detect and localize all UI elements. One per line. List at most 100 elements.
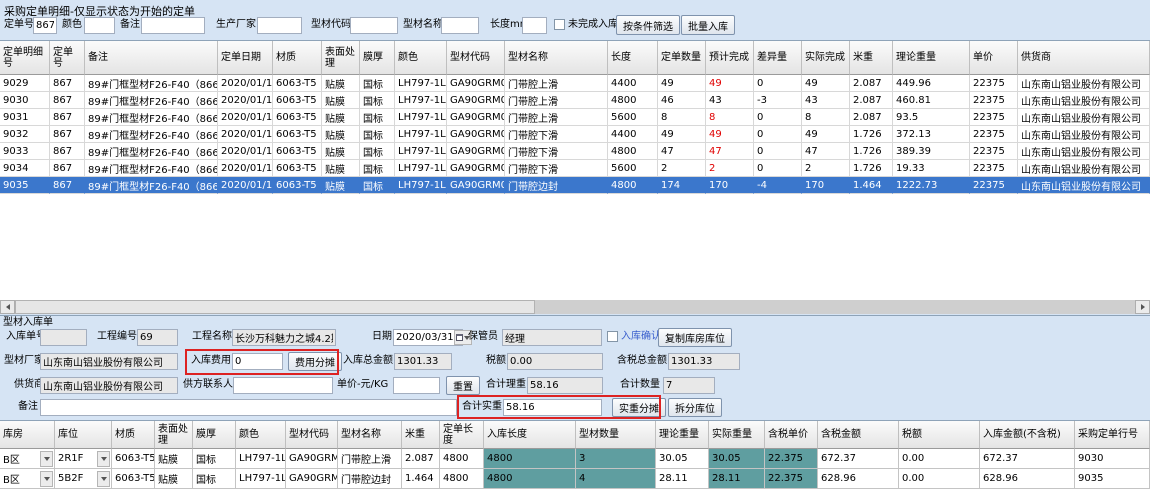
grid-cell[interactable]: 867 (50, 143, 85, 160)
grid-cell[interactable]: 49 (802, 126, 850, 143)
grid-cell[interactable]: 国标 (360, 160, 395, 177)
grid-cell[interactable]: GA90GRM04 (447, 126, 505, 143)
copy-location-button[interactable]: 复制库房库位 (658, 328, 732, 347)
supplier-contact-input[interactable] (233, 377, 333, 394)
grid-cell[interactable]: 山东南山铝业股份有限公司 (1018, 177, 1150, 194)
grid-cell[interactable]: 贴膜 (155, 469, 193, 489)
grid-cell[interactable]: 93.5 (893, 109, 970, 126)
column-header[interactable]: 长度 (608, 41, 658, 75)
grid-cell[interactable]: 门带腔边封 (505, 177, 608, 194)
column-header[interactable]: 表面处理 (322, 41, 360, 75)
grid-cell[interactable]: 49 (658, 75, 706, 92)
column-header[interactable]: 定单长度 (440, 421, 484, 449)
grid-cell[interactable]: 0.00 (899, 469, 980, 489)
scroll-right-button[interactable] (1135, 300, 1150, 314)
table-row[interactable]: B区5B2F6063-T5贴膜国标LH797-1LL0GA90GRM05门带腔边… (0, 469, 1150, 489)
filter-button[interactable]: 按条件筛选 (616, 15, 680, 35)
factory-input[interactable] (40, 353, 178, 370)
grid-cell[interactable]: 4800 (440, 449, 484, 469)
grid-cell[interactable]: 49 (802, 75, 850, 92)
grid-cell[interactable]: 2020/01/13 (218, 126, 273, 143)
grid-cell[interactable]: 山东南山铝业股份有限公司 (1018, 143, 1150, 160)
table-row[interactable]: 903286789#门框型材F26-F40（866+867）2020/01/13… (0, 126, 1150, 143)
grid-cell[interactable]: 6063-T5 (273, 143, 322, 160)
grid-cell[interactable]: 47 (802, 143, 850, 160)
total-with-tax-input[interactable] (668, 353, 740, 370)
grid-cell[interactable]: 贴膜 (322, 126, 360, 143)
profile-code-filter-input[interactable] (350, 17, 398, 34)
grid-cell[interactable]: 9035 (0, 177, 50, 194)
table-row[interactable]: B区2R1F6063-T5贴膜国标LH797-1LL0GA90GRM03门带腔上… (0, 449, 1150, 469)
grid-cell[interactable]: -3 (754, 92, 802, 109)
column-header[interactable]: 膜厚 (360, 41, 395, 75)
grid-cell[interactable]: 867 (50, 109, 85, 126)
column-header[interactable]: 预计完成 (706, 41, 754, 75)
note-input[interactable] (40, 399, 457, 416)
split-location-button[interactable]: 拆分库位 (668, 398, 722, 417)
grid-cell[interactable]: 460.81 (893, 92, 970, 109)
column-header[interactable]: 库房 (0, 421, 55, 449)
grid-cell[interactable]: 28.11 (709, 469, 765, 489)
grid-cell[interactable]: 867 (50, 177, 85, 194)
grid-cell[interactable]: 2020/01/13 (218, 109, 273, 126)
grid-cell[interactable]: 6063-T5 (273, 177, 322, 194)
grid-cell[interactable]: LH797-1LL0 (395, 143, 447, 160)
supplier-input[interactable] (40, 377, 178, 394)
grid-cell[interactable]: 6063-T5 (273, 92, 322, 109)
grid-cell[interactable]: 贴膜 (322, 75, 360, 92)
grid-cell[interactable]: GA90GRM03 (447, 92, 505, 109)
grid-cell[interactable]: 国标 (360, 75, 395, 92)
grid-cell[interactable]: 49 (706, 126, 754, 143)
grid-cell[interactable]: 49 (658, 126, 706, 143)
grid-cell[interactable]: 174 (658, 177, 706, 194)
grid-cell[interactable]: 867 (50, 75, 85, 92)
grid-cell[interactable]: 贴膜 (322, 177, 360, 194)
grid-cell[interactable]: 0 (754, 160, 802, 177)
project-name-input[interactable] (232, 329, 336, 346)
grid-cell[interactable]: 2.087 (850, 109, 893, 126)
grid-cell[interactable]: 门带腔上滑 (505, 92, 608, 109)
column-header[interactable]: 膜厚 (193, 421, 236, 449)
grid-cell[interactable]: 46 (658, 92, 706, 109)
length-filter-input[interactable] (522, 17, 547, 34)
inbound-confirm-checkbox[interactable] (607, 331, 618, 342)
grid-cell[interactable]: 1.726 (850, 143, 893, 160)
grid-cell[interactable]: 山东南山铝业股份有限公司 (1018, 109, 1150, 126)
grid-cell[interactable]: GA90GRM05 (286, 469, 338, 489)
grid-cell[interactable]: 3 (576, 449, 656, 469)
grid-cell[interactable]: 0 (754, 143, 802, 160)
grid-cell[interactable]: 国标 (360, 92, 395, 109)
grid-cell[interactable]: 867 (50, 126, 85, 143)
column-header[interactable]: 备注 (85, 41, 218, 75)
column-header[interactable]: 入库长度 (484, 421, 576, 449)
grid-cell[interactable]: 89#门框型材F26-F40（866+867） (85, 109, 218, 126)
grid-cell[interactable]: 贴膜 (322, 143, 360, 160)
column-header[interactable]: 库位 (55, 421, 112, 449)
grid-cell[interactable]: 6063-T5 (112, 469, 155, 489)
fee-share-button[interactable]: 费用分摊 (288, 352, 342, 371)
column-header[interactable]: 差异量 (754, 41, 802, 75)
grid-cell[interactable]: 1222.73 (893, 177, 970, 194)
grid-cell[interactable]: 22375 (970, 75, 1018, 92)
column-header[interactable]: 理论重量 (893, 41, 970, 75)
factory-filter-input[interactable] (257, 17, 302, 34)
note-filter-input[interactable] (141, 17, 205, 34)
grid-cell[interactable]: 4 (576, 469, 656, 489)
table-row[interactable]: 902986789#门框型材F26-F40（866+867）2020/01/13… (0, 75, 1150, 92)
grid-cell[interactable]: 国标 (360, 143, 395, 160)
grid-cell[interactable]: LH797-1LL0 (236, 469, 286, 489)
grid-cell[interactable]: 22375 (970, 92, 1018, 109)
horizontal-scrollbar[interactable] (0, 300, 1150, 314)
grid-cell[interactable]: 2.087 (850, 92, 893, 109)
grid-cell[interactable]: 2020/01/13 (218, 143, 273, 160)
grid-cell[interactable]: 2020/01/13 (218, 177, 273, 194)
unit-price-input[interactable] (393, 377, 440, 394)
grid-cell[interactable]: 门带腔上滑 (338, 449, 402, 469)
grid-cell[interactable]: 28.11 (656, 469, 709, 489)
grid-cell[interactable]: 门带腔边封 (338, 469, 402, 489)
grid-cell[interactable]: 47 (658, 143, 706, 160)
grid-cell[interactable]: 贴膜 (322, 109, 360, 126)
column-header[interactable]: 材质 (273, 41, 322, 75)
grid-cell[interactable]: 0.00 (899, 449, 980, 469)
column-header[interactable]: 实际完成 (802, 41, 850, 75)
